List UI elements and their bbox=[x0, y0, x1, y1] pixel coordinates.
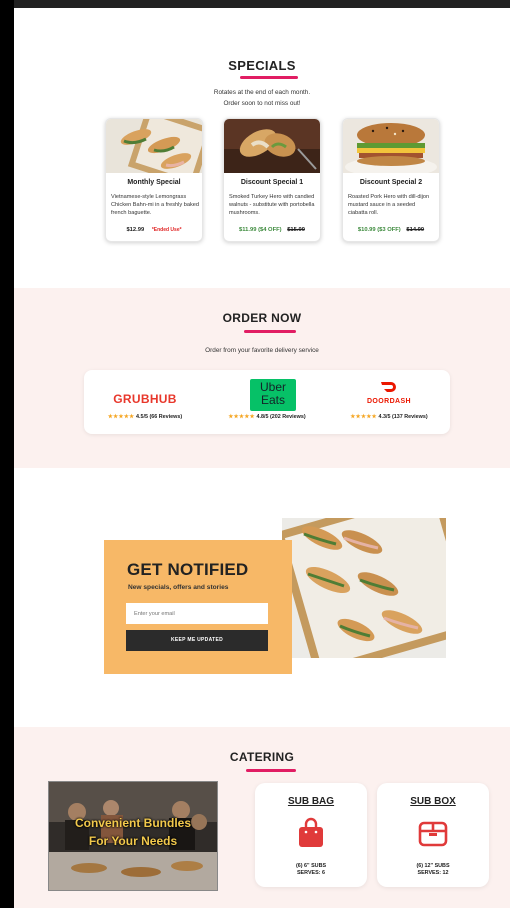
ubereats-logo-line2: Eats bbox=[260, 393, 285, 407]
notify-subtitle: New specials, offers and stories bbox=[128, 584, 229, 591]
order-title: ORDER NOW bbox=[222, 311, 302, 325]
sub-box-details: (6) 12" SUBS SERVES: 12 bbox=[377, 863, 489, 877]
order-subtitle: Order from your favorite delivery servic… bbox=[205, 347, 319, 354]
rating-stars: ★★★★★ bbox=[107, 414, 135, 420]
special-title: Discount Special 1 bbox=[240, 179, 304, 186]
special-photo-discount-2 bbox=[343, 119, 439, 173]
ubereats-link[interactable]: Uber Eats ★★★★★ 4.8/5 (202 Reviews) bbox=[206, 370, 328, 434]
catering-title: CATERING bbox=[229, 750, 295, 764]
specials-subtitle-1: Rotates at the end of each month. bbox=[213, 89, 311, 96]
sub-box-title: SUB BOX bbox=[410, 796, 456, 807]
ubereats-logo: Uber Eats bbox=[250, 379, 296, 411]
doordash-rating: ★★★★★ 4.3/5 (137 Reviews) bbox=[328, 414, 450, 420]
special-title: Monthly Special bbox=[127, 179, 181, 186]
doordash-icon bbox=[381, 382, 396, 392]
page: SPECIALS Rotates at the end of each mont… bbox=[14, 0, 510, 908]
special-old-price: $14.99 bbox=[406, 227, 425, 233]
special-title: Discount Special 2 bbox=[359, 179, 423, 186]
ubereats-rating: ★★★★★ 4.8/5 (202 Reviews) bbox=[206, 414, 328, 420]
specials-subtitle-2: Order soon to not miss out! bbox=[223, 100, 301, 107]
doordash-logo: DOORDASH bbox=[366, 398, 412, 405]
sub-bag-card[interactable]: SUB BAG (6) 6" SUBS SERVES: 6 bbox=[255, 783, 367, 887]
notify-title: GET NOTIFIED bbox=[127, 560, 249, 579]
grubhub-rating: ★★★★★ 4.5/5 (66 Reviews) bbox=[84, 414, 206, 420]
special-card-discount-1[interactable]: Discount Special 1 Smoked Turkey Hero wi… bbox=[223, 118, 321, 242]
specials-underline bbox=[240, 76, 298, 79]
sub-bag-count: (6) 6" SUBS bbox=[295, 863, 327, 869]
special-old-price: $15.99 bbox=[287, 227, 305, 233]
rating-text: 4.5/5 (66 Reviews) bbox=[136, 414, 183, 420]
shopping-bag-icon bbox=[299, 817, 323, 847]
special-photo-monthly bbox=[106, 119, 202, 173]
delivery-services: GRUBHUB ★★★★★ 4.5/5 (66 Reviews) Uber Ea… bbox=[84, 370, 450, 434]
special-note: *Ended Use* bbox=[151, 227, 182, 233]
notify-panel: GET NOTIFIED New specials, offers and st… bbox=[104, 540, 292, 674]
order-underline bbox=[244, 330, 296, 333]
specials-title: SPECIALS bbox=[228, 58, 296, 73]
sub-box-serves: SERVES: 12 bbox=[417, 870, 449, 876]
grubhub-logo: GRUBHUB bbox=[113, 392, 177, 406]
catering-banner-line1: Convenient Bundles bbox=[74, 816, 191, 830]
sub-box-card[interactable]: SUB BOX (6) 12" SUBS SERVES: 12 bbox=[377, 783, 489, 887]
rating-text: 4.3/5 (137 Reviews) bbox=[378, 414, 428, 420]
special-price-row: $10.99 ($3 OFF) $14.99 bbox=[343, 227, 439, 233]
special-description: Vietnamese-style Lemongrass Chicken Bahn… bbox=[111, 194, 199, 216]
sub-bag-serves: SERVES: 6 bbox=[296, 870, 326, 876]
special-photo-discount-1 bbox=[224, 119, 320, 173]
rating-text: 4.8/5 (202 Reviews) bbox=[256, 414, 306, 420]
grubhub-link[interactable]: GRUBHUB ★★★★★ 4.5/5 (66 Reviews) bbox=[84, 370, 206, 434]
special-price: $12.99 bbox=[126, 227, 145, 233]
special-description: Roasted Pork Hero with dill-dijon mustar… bbox=[348, 194, 430, 216]
keep-me-updated-button[interactable]: KEEP ME UPDATED bbox=[126, 630, 268, 651]
rating-stars: ★★★★★ bbox=[228, 414, 255, 420]
special-price-row: $12.99 *Ended Use* bbox=[106, 227, 202, 233]
email-input[interactable] bbox=[126, 603, 268, 624]
sub-bag-title: SUB BAG bbox=[287, 796, 335, 807]
doordash-link[interactable]: DOORDASH ★★★★★ 4.3/5 (137 Reviews) bbox=[328, 370, 450, 434]
sub-box-count: (6) 12" SUBS bbox=[416, 863, 450, 869]
top-strip bbox=[14, 0, 510, 8]
special-price-row: $11.99 ($4 OFF) $15.99 bbox=[224, 227, 320, 233]
special-price: $11.99 ($4 OFF) bbox=[239, 227, 282, 233]
rating-stars: ★★★★★ bbox=[350, 414, 377, 420]
catering-banner-line2: For Your Needs bbox=[88, 834, 178, 848]
sandwich-platter-photo bbox=[282, 518, 446, 658]
special-price: $10.99 ($3 OFF) bbox=[357, 227, 401, 233]
special-description: Smoked Turkey Hero with candied walnuts … bbox=[229, 194, 315, 216]
special-card-discount-2[interactable]: Discount Special 2 Roasted Pork Hero wit… bbox=[342, 118, 440, 242]
sub-bag-details: (6) 6" SUBS SERVES: 6 bbox=[255, 863, 367, 877]
special-card-monthly[interactable]: Monthly Special Vietnamese-style Lemongr… bbox=[105, 118, 203, 242]
box-icon bbox=[418, 821, 448, 847]
catering-banner[interactable]: Convenient Bundles For Your Needs bbox=[48, 781, 218, 891]
catering-underline bbox=[246, 769, 296, 772]
